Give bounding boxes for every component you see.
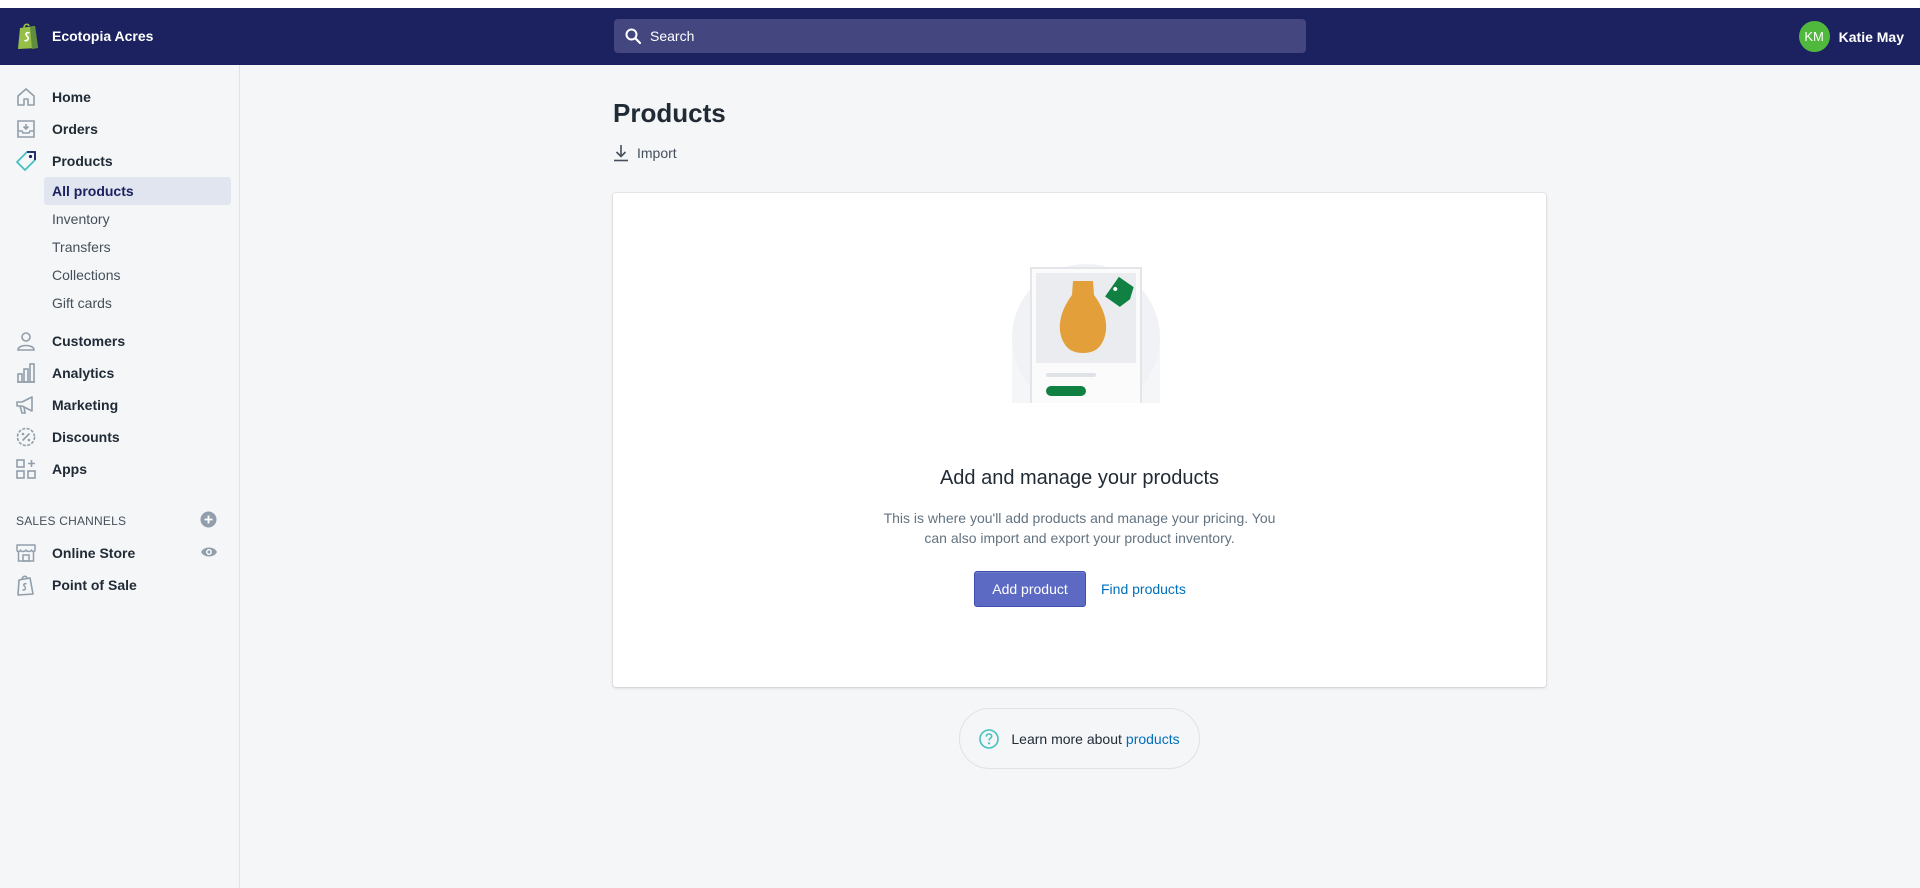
- sidebar-item-marketing[interactable]: Marketing: [0, 389, 239, 421]
- sidebar-item-label: Customers: [52, 333, 126, 349]
- empty-state-title: Add and manage your products: [939, 467, 1220, 489]
- sidebar-item-label: Online Store: [52, 545, 136, 561]
- sidebar-item-orders[interactable]: Orders: [0, 113, 239, 145]
- search-input[interactable]: Search: [650, 28, 694, 44]
- store-brand[interactable]: Ecotopia Acres: [16, 22, 153, 50]
- pos-icon: [17, 575, 34, 596]
- add-channel-plus-icon[interactable]: [200, 511, 217, 528]
- orders-icon: [17, 120, 35, 138]
- sidebar-subitem-inventory[interactable]: Inventory: [44, 205, 231, 233]
- download-icon: [614, 145, 628, 162]
- window-top-strip: [0, 0, 1920, 8]
- sidebar-subitem-label: Transfers: [52, 239, 111, 255]
- import-label: Import: [637, 145, 677, 161]
- user-name: Katie May: [1838, 28, 1904, 45]
- sidebar-item-discounts[interactable]: Discounts: [0, 421, 239, 453]
- home-icon: [17, 88, 35, 106]
- search-bar[interactable]: Search: [614, 19, 1306, 53]
- top-bar: Ecotopia Acres Search KM Katie May: [0, 8, 1920, 65]
- sidebar-subitem-label: Collections: [52, 267, 121, 283]
- sidebar-item-label: Analytics: [52, 365, 115, 381]
- sidebar-item-label: Home: [52, 89, 91, 105]
- page-title: Products: [613, 98, 726, 128]
- learn-more-text: Learn more about: [1011, 730, 1122, 747]
- sidebar-item-label: Apps: [52, 461, 87, 477]
- empty-state-description: This is where you'll add products and ma…: [883, 510, 1276, 546]
- apps-icon: [16, 459, 36, 479]
- avatar: KM: [1798, 21, 1830, 52]
- sidebar-item-products[interactable]: Products: [0, 145, 239, 177]
- sidebar-item-label: Orders: [52, 121, 98, 137]
- import-button[interactable]: Import: [613, 144, 677, 162]
- sidebar-item-label: Point of Sale: [52, 577, 137, 593]
- analytics-icon: [17, 363, 35, 383]
- product-illustration: [1012, 264, 1160, 403]
- user-menu[interactable]: KM Katie May: [1798, 21, 1904, 52]
- sidebar-item-customers[interactable]: Customers: [0, 325, 239, 357]
- add-product-button[interactable]: Add product: [974, 571, 1086, 607]
- empty-state-card: Add and manage your products This is whe…: [613, 193, 1546, 687]
- store-icon: [16, 544, 36, 562]
- learn-more-footer: Learn more about products: [959, 708, 1200, 769]
- help-question-icon: [979, 728, 1000, 749]
- search-icon: [625, 28, 642, 45]
- sidebar-item-label: Marketing: [52, 397, 119, 413]
- customer-icon: [17, 332, 35, 351]
- sales-channels-heading: SALES CHANNELS: [16, 514, 127, 528]
- megaphone-icon: [16, 396, 33, 414]
- sidebar-item-home[interactable]: Home: [0, 81, 239, 113]
- learn-more-products-link[interactable]: products: [1126, 731, 1180, 747]
- sidebar-subitem-label: Gift cards: [52, 295, 112, 311]
- sidebar: Home Orders Products All products Invent…: [0, 65, 240, 888]
- store-name: Ecotopia Acres: [52, 28, 154, 44]
- sidebar-item-label: Discounts: [52, 429, 120, 445]
- view-store-eye-icon[interactable]: [200, 545, 218, 559]
- sidebar-item-point-of-sale[interactable]: Point of Sale: [0, 569, 239, 601]
- sidebar-item-apps[interactable]: Apps: [0, 453, 239, 485]
- sidebar-subitem-transfers[interactable]: Transfers: [44, 233, 231, 261]
- tag-icon: [16, 151, 36, 171]
- sidebar-subitem-all-products[interactable]: All products: [44, 177, 231, 205]
- shopify-bag-icon: [18, 23, 38, 49]
- sidebar-subitem-collections[interactable]: Collections: [44, 261, 231, 289]
- sidebar-subitem-gift-cards[interactable]: Gift cards: [44, 289, 231, 317]
- sidebar-item-label: Products: [52, 153, 113, 169]
- sidebar-item-analytics[interactable]: Analytics: [0, 357, 239, 389]
- sidebar-subitem-label: All products: [52, 183, 134, 199]
- find-products-link[interactable]: Find products: [1101, 581, 1186, 597]
- sidebar-subitem-label: Inventory: [52, 211, 110, 227]
- discount-icon: [16, 427, 36, 447]
